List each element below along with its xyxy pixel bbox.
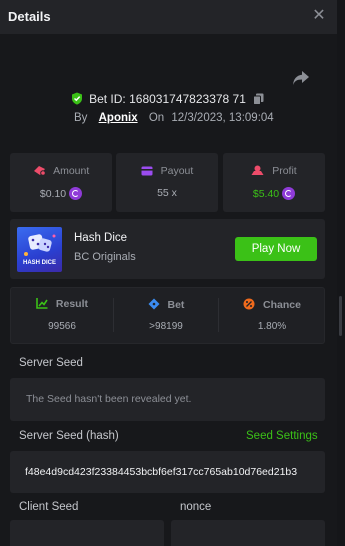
chart-icon bbox=[36, 298, 48, 309]
play-now-button[interactable]: Play Now bbox=[235, 237, 317, 261]
share-icon[interactable] bbox=[292, 70, 310, 86]
server-seed-text: The Seed hasn't been revealed yet. bbox=[26, 393, 192, 405]
bet-id-value: 168031747823378 71 bbox=[129, 92, 246, 106]
payout-stat: Payout 55 x bbox=[116, 153, 218, 212]
profit-icon bbox=[251, 165, 264, 175]
game-card: HASH DICE Hash Dice BC Originals Play No… bbox=[10, 219, 325, 279]
seed-settings-link[interactable]: Seed Settings bbox=[246, 430, 318, 442]
bet-label: Bet bbox=[167, 299, 185, 311]
client-seed-label: Client Seed bbox=[19, 501, 79, 513]
profit-stat: Profit $5.40 bbox=[223, 153, 325, 212]
by-label: By bbox=[74, 112, 88, 124]
game-name: Hash Dice bbox=[74, 232, 128, 244]
result-stat: Result 99566 bbox=[11, 288, 113, 343]
server-seed-hash-value: f48e4d9cd423f23384453bcbf6ef317cc765ab10… bbox=[25, 466, 298, 478]
server-seed-label: Server Seed bbox=[19, 357, 83, 369]
amount-value: $0.10 bbox=[39, 188, 67, 200]
details-header: Details ✕ bbox=[0, 0, 345, 34]
close-icon[interactable]: ✕ bbox=[311, 7, 327, 25]
bet-date: 12/3/2023, 13:09:04 bbox=[171, 112, 274, 124]
result-value: 99566 bbox=[48, 321, 76, 332]
nonce-label: nonce bbox=[180, 501, 212, 513]
chance-stat: Chance 1.80% bbox=[219, 288, 325, 343]
result-panel: Result 99566 Bet >98199 Chance 1.80% bbox=[10, 287, 325, 344]
server-seed-hash-label: Server Seed (hash) bbox=[19, 430, 119, 442]
copy-icon[interactable] bbox=[253, 93, 264, 105]
bet-stat: Bet >98199 bbox=[114, 288, 218, 343]
page-title: Details bbox=[8, 9, 51, 24]
amount-stat: Amount $0.10 bbox=[10, 153, 112, 212]
result-label: Result bbox=[55, 298, 88, 310]
money-icon bbox=[33, 166, 46, 176]
bet-id-row: Bet ID: 168031747823378 71 bbox=[0, 92, 335, 110]
game-thumb-label: HASH DICE bbox=[22, 260, 56, 266]
dice-icon bbox=[148, 298, 160, 310]
nonce-box[interactable] bbox=[171, 520, 325, 546]
bet-author-row: By Aponix On 12/3/2023, 13:09:04 bbox=[74, 112, 274, 128]
profit-value: $5.40 bbox=[252, 188, 280, 200]
payout-label: Payout bbox=[160, 165, 194, 177]
bet-value: >98199 bbox=[149, 321, 183, 332]
coin-icon bbox=[282, 187, 296, 200]
profit-label: Profit bbox=[272, 165, 297, 177]
game-provider: BC Originals bbox=[74, 251, 136, 263]
payout-value: 55 x bbox=[157, 187, 177, 199]
percent-icon bbox=[243, 298, 255, 310]
card-icon bbox=[141, 166, 153, 176]
shield-icon bbox=[71, 92, 82, 105]
chance-value: 1.80% bbox=[257, 321, 287, 332]
game-thumbnail[interactable]: HASH DICE bbox=[17, 227, 62, 272]
server-seed-box: The Seed hasn't been revealed yet. bbox=[10, 378, 325, 421]
scrollbar-track[interactable] bbox=[337, 0, 345, 546]
scrollbar-thumb[interactable] bbox=[339, 296, 342, 336]
chance-label: Chance bbox=[262, 299, 301, 311]
user-link[interactable]: Aponix bbox=[99, 112, 138, 124]
amount-label: Amount bbox=[53, 165, 90, 177]
bet-id-label: Bet ID: bbox=[89, 92, 126, 106]
server-seed-hash-box[interactable]: f48e4d9cd423f23384453bcbf6ef317cc765ab10… bbox=[10, 451, 325, 493]
on-label: On bbox=[148, 112, 165, 124]
coin-icon bbox=[69, 187, 83, 200]
client-seed-box[interactable] bbox=[10, 520, 164, 546]
